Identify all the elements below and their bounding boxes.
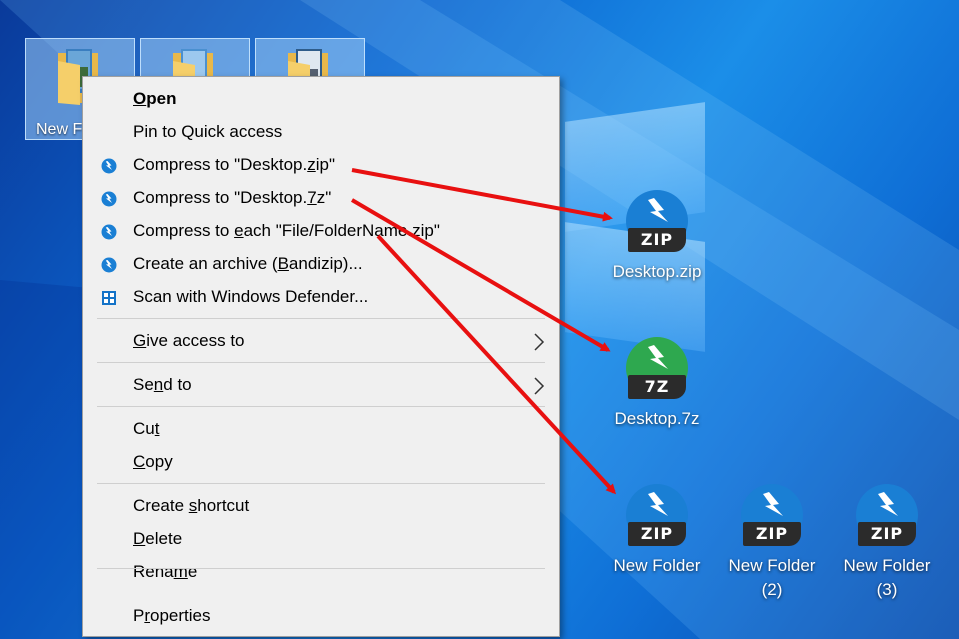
bandizip-icon [101,224,117,240]
menu-item-label: Properties [133,606,211,625]
bandizip-7z-icon: 7Z [624,337,690,403]
menu-item-label: Cut [133,419,160,438]
menu-item-cut[interactable]: Cut [83,414,559,447]
bandizip-icon [101,257,117,273]
archive-type-tag: ZIP [858,522,916,546]
menu-separator [97,362,545,363]
menu-item-label: Delete [133,529,183,548]
context-menu: Open Pin to Quick access Compress to "Desk… [82,76,560,637]
menu-item-label: Scan with Windows Defender... [133,287,369,306]
menu-item-pin[interactable]: Pin to Quick access [83,117,559,150]
menu-item-copy[interactable]: Copy [83,447,559,480]
desktop-zip-file[interactable]: ZIP Desktop.zip [602,190,712,284]
menu-item-label: Create shortcut [133,496,250,515]
chevron-right-icon [534,377,545,395]
new-folder-3-zip-file[interactable]: ZIP New Folder (3) [832,484,942,602]
lightning-bolt-icon [763,492,783,516]
menu-item-compress-each[interactable]: Compress to each "File/FolderName.zip" [83,216,559,249]
new-folder-2-zip-file[interactable]: ZIP New Folder (2) [717,484,827,602]
menu-item-give-access[interactable]: Give access to [83,326,559,359]
menu-item-label: Compress to "Desktop.zip" [133,155,335,174]
new-folder-zip-file[interactable]: ZIP New Folder [602,484,712,578]
menu-item-compress-7z[interactable]: Compress to "Desktop.7z" [83,183,559,216]
menu-item-label: Give access to [133,331,245,350]
menu-separator [97,406,545,407]
lightning-bolt-icon [878,492,898,516]
menu-item-label: Copy [133,452,173,471]
new-folder-2-label: New Folder (2) [728,556,816,599]
bandizip-icon [101,158,117,174]
menu-item-send-to[interactable]: Send to [83,370,559,403]
chevron-right-icon [534,333,545,351]
lightning-bolt-icon [648,492,668,516]
lightning-bolt-icon [648,345,668,369]
menu-item-create-shortcut[interactable]: Create shortcut [83,491,559,524]
menu-item-label: Compress to "Desktop.7z" [133,188,332,207]
menu-separator [97,483,545,484]
menu-item-properties[interactable]: Properties [83,601,559,634]
menu-separator [97,568,545,569]
new-folder-label: New Folder [613,556,701,575]
bandizip-zip-icon: ZIP [624,190,690,256]
bandizip-icon [101,191,117,207]
desktop-zip-label: Desktop.zip [612,262,702,281]
menu-item-label: Create an archive (Bandizip)... [133,254,363,273]
menu-item-label: Compress to each "File/FolderName.zip" [133,221,440,240]
desktop-7z-file[interactable]: 7Z Desktop.7z [602,337,712,431]
archive-type-tag: ZIP [628,522,686,546]
bandizip-zip-icon: ZIP [854,484,920,550]
menu-item-open[interactable]: Open [83,84,559,117]
bandizip-zip-icon: ZIP [739,484,805,550]
menu-item-compress-zip[interactable]: Compress to "Desktop.zip" [83,150,559,183]
menu-item-scan-defender[interactable]: Scan with Windows Defender... [83,282,559,315]
menu-item-delete[interactable]: Delete [83,524,559,557]
archive-type-tag: 7Z [628,375,686,399]
menu-item-label: Send to [133,375,192,394]
menu-item-label: Open [133,89,177,108]
bandizip-zip-icon: ZIP [624,484,690,550]
windows-defender-icon [102,291,116,305]
menu-separator [97,318,545,319]
menu-item-label: Rename [133,562,198,581]
archive-type-tag: ZIP [743,522,801,546]
archive-type-tag: ZIP [628,228,686,252]
selected-folder-label: New F [36,121,83,138]
desktop-7z-label: Desktop.7z [614,409,700,428]
menu-item-create-archive[interactable]: Create an archive (Bandizip)... [83,249,559,282]
menu-item-label: Pin to Quick access [133,122,283,141]
lightning-bolt-icon [648,198,668,222]
new-folder-3-label: New Folder (3) [843,556,931,599]
menu-item-rename[interactable]: Rename [83,557,559,590]
